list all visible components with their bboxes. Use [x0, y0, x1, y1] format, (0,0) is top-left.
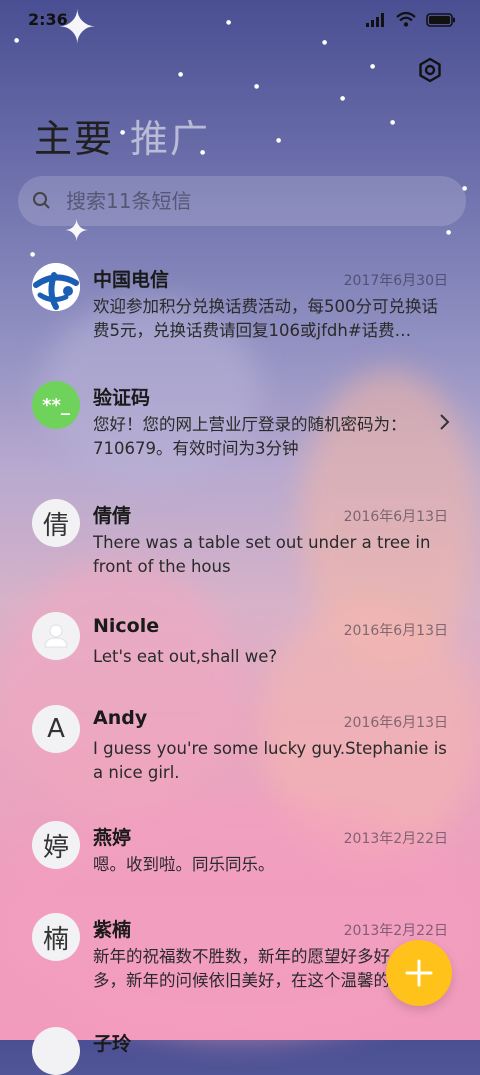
gear-icon [419, 57, 441, 83]
wifi-icon [396, 12, 416, 27]
avatar-letter: 倩 [42, 510, 69, 541]
message-preview: There was a table set out under a tree i… [93, 533, 431, 576]
status-bar: 2:36 [0, 0, 480, 40]
status-time: 2:36 [28, 10, 68, 29]
message-date: 2013年2月22日 [343, 923, 448, 939]
battery-icon [426, 12, 455, 27]
message-preview: 新年的祝福数不胜数，新年的愿望好多好多，新年的问候依旧美好，在这个温馨的时刻… [93, 947, 390, 990]
search-bar[interactable] [18, 176, 466, 226]
settings-button[interactable] [416, 56, 444, 84]
avatar: A [32, 705, 80, 753]
avatar: 倩 [32, 499, 80, 547]
verification-code-icon: **_ [42, 394, 70, 416]
avatar [32, 612, 80, 660]
signal-icon [366, 12, 384, 27]
search-input[interactable] [64, 188, 428, 214]
message-item[interactable]: Nicole 2016年6月13日 Let's eat out,shall we… [0, 609, 480, 697]
sender-name: 验证码 [93, 387, 151, 409]
message-date: 2017年6月30日 [343, 273, 448, 289]
avatar: 婷 [32, 821, 80, 869]
message-item[interactable]: A Andy 2016年6月13日 I guess you're some lu… [0, 705, 480, 809]
avatar-letter: A [47, 714, 65, 744]
search-icon [33, 192, 50, 209]
sender-name: 紫楠 [93, 919, 132, 941]
tab-bar: 主要 推广 [34, 108, 210, 163]
sender-name: 燕婷 [93, 827, 132, 849]
sender-name: 子玲 [93, 1033, 132, 1055]
sender-name: Andy [93, 707, 148, 729]
message-preview: I guess you're some lucky guy.Stephanie … [93, 739, 447, 782]
avatar-letter: 楠 [42, 924, 69, 955]
sender-name: Nicole [93, 615, 160, 637]
message-preview: 您好！您的网上营业厅登录的随机密码为：710679。有效时间为3分钟 [93, 415, 407, 458]
message-item[interactable]: 子玲 [0, 1027, 480, 1075]
message-date: 2016年6月13日 [343, 509, 448, 525]
message-preview: 欢迎参加积分兑换话费活动，每500分可兑换话费5元，兑换话费请回复106或jfd… [93, 297, 438, 340]
plus-icon [405, 959, 433, 987]
person-icon [44, 624, 68, 648]
chevron-right-icon[interactable] [438, 413, 450, 431]
compose-button[interactable] [386, 940, 452, 1006]
message-date: 2016年6月13日 [343, 715, 448, 731]
avatar [32, 263, 80, 311]
message-preview: 嗯。收到啦。同乐同乐。 [93, 855, 275, 874]
message-date: 2013年2月22日 [343, 831, 448, 847]
message-item[interactable]: 中国电信 2017年6月30日 欢迎参加积分兑换话费活动，每500分可兑换话费5… [0, 255, 480, 367]
message-date: 2016年6月13日 [343, 623, 448, 639]
tab-main[interactable]: 主要 [34, 108, 114, 163]
sender-name: 中国电信 [93, 269, 170, 291]
message-item[interactable]: 婷 燕婷 2013年2月22日 嗯。收到啦。同乐同乐。 [0, 821, 480, 905]
avatar: **_ [32, 381, 80, 429]
message-preview: Let's eat out,shall we? [93, 647, 278, 666]
avatar: 楠 [32, 913, 80, 961]
message-item[interactable]: **_ 验证码 您好！您的网上营业厅登录的随机密码为：710679。有效时间为3… [0, 373, 480, 485]
avatar-letter: 婷 [42, 832, 69, 863]
sender-name: 倩倩 [93, 505, 132, 527]
message-item[interactable]: 倩 倩倩 2016年6月13日 There was a table set ou… [0, 491, 480, 603]
avatar [32, 1027, 80, 1075]
tab-promotions[interactable]: 推广 [130, 108, 210, 163]
china-telecom-logo-icon [32, 263, 80, 311]
